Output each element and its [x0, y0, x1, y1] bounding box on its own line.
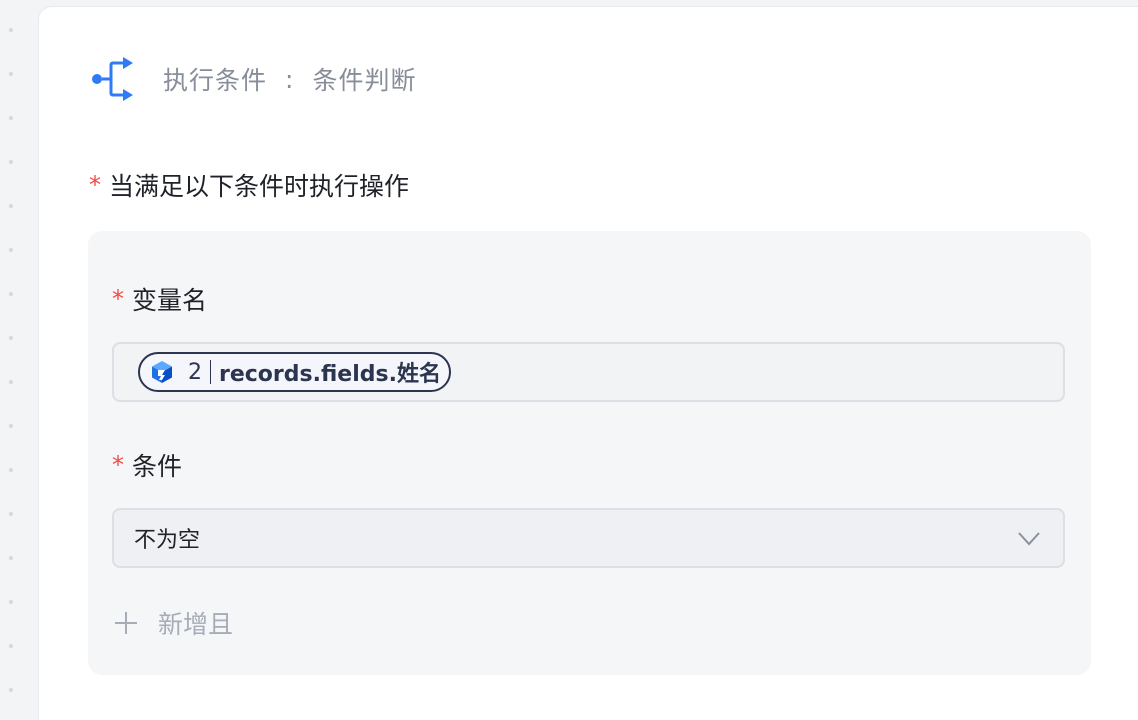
tag-divider: [210, 360, 211, 384]
condition-node-card: 执行条件 : 条件判断 * 当满足以下条件时执行操作 * 变量名 2 recor…: [38, 6, 1138, 720]
variable-field-label: * 变量名: [112, 281, 207, 317]
node-title: 执行条件 : 条件判断: [163, 61, 416, 97]
operator-selected-value: 不为空: [134, 528, 201, 553]
canvas-dot-grid: [0, 0, 38, 720]
variable-reference-tag[interactable]: 2 records.fields.姓名: [138, 352, 451, 392]
operator-field-label: * 条件: [112, 447, 182, 483]
chevron-down-icon: [1017, 528, 1041, 554]
condition-group-panel: * 变量名 2 records.fields.姓名 * 条件 不为空 新增且: [88, 231, 1091, 675]
node-header: 执行条件 : 条件判断: [89, 53, 416, 105]
canvas-dot: [9, 336, 13, 340]
variable-path: records.fields.姓名: [219, 362, 441, 387]
canvas-dot: [9, 644, 13, 648]
required-mark: *: [112, 451, 124, 479]
variable-input[interactable]: 2 records.fields.姓名: [112, 342, 1065, 402]
canvas-dot: [9, 556, 13, 560]
canvas-dot: [9, 248, 13, 252]
node-title-label: 执行条件: [163, 66, 268, 95]
canvas-dot: [9, 116, 13, 120]
workflow-canvas: 执行条件 : 条件判断 * 当满足以下条件时执行操作 * 变量名 2 recor…: [0, 0, 1138, 720]
condition-section-label: * 当满足以下条件时执行操作: [89, 167, 409, 203]
operator-label-text: 条件: [132, 452, 183, 481]
canvas-dot: [9, 380, 13, 384]
add-and-condition-button[interactable]: 新增且: [112, 605, 233, 641]
canvas-dot: [9, 600, 13, 604]
canvas-dot: [9, 512, 13, 516]
canvas-dot: [9, 468, 13, 472]
plus-icon: [115, 612, 137, 634]
required-mark: *: [112, 285, 124, 313]
canvas-dot: [9, 28, 13, 32]
variable-step-number: 2: [188, 359, 202, 385]
node-title-separator: :: [285, 64, 295, 94]
operator-select[interactable]: 不为空: [112, 508, 1065, 568]
canvas-dot: [9, 72, 13, 76]
condition-section-text: 当满足以下条件时执行操作: [109, 172, 410, 201]
canvas-dot: [9, 204, 13, 208]
canvas-dot: [9, 424, 13, 428]
branch-flow-icon: [89, 55, 137, 103]
variable-label-text: 变量名: [132, 286, 208, 315]
canvas-dot: [9, 688, 13, 692]
canvas-dot: [9, 160, 13, 164]
canvas-dot: [9, 292, 13, 296]
add-and-label: 新增且: [158, 610, 234, 639]
node-subtitle: 条件判断: [312, 66, 417, 95]
required-mark: *: [89, 171, 101, 199]
cube-icon: [150, 360, 174, 384]
